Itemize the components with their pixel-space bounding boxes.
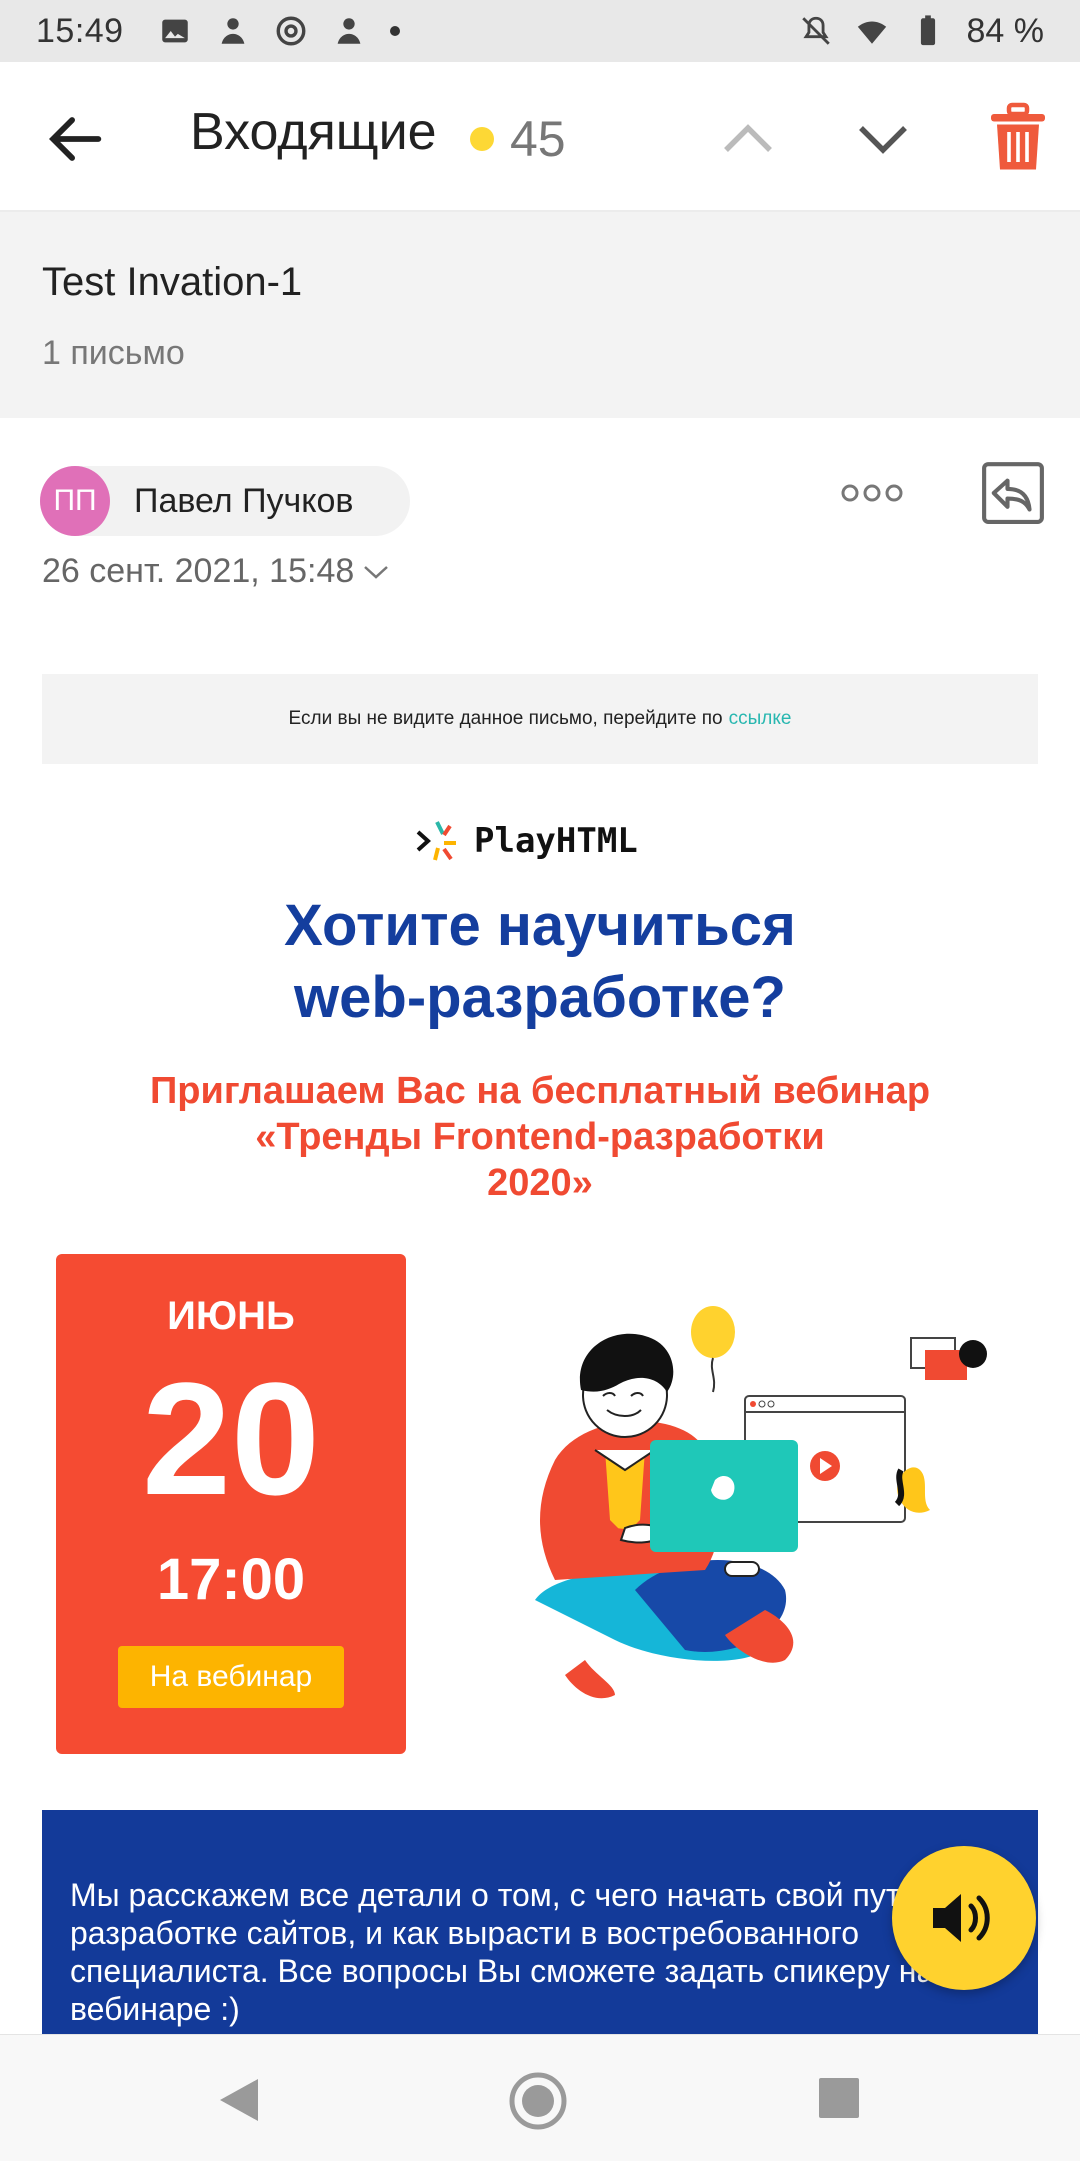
sender-chip[interactable]: ПП Павел Пучков — [40, 466, 410, 536]
event-day: 20 — [142, 1349, 320, 1528]
unread-count: 45 — [510, 111, 566, 167]
read-aloud-button[interactable] — [892, 1846, 1036, 1990]
reply-icon[interactable] — [980, 460, 1046, 526]
webinar-invite: Приглашаем Вас на бесплатный вебинар «Тр… — [0, 1068, 1080, 1206]
sender-name: Павел Пучков — [134, 481, 354, 520]
developer-illustration — [535, 1306, 987, 1699]
more-options-icon[interactable] — [840, 478, 904, 508]
info-text: Мы расскажем все детали о том, с чего на… — [70, 1877, 944, 2027]
invite-line-1: Приглашаем Вас на бесплатный вебинар — [149, 1070, 931, 1112]
status-bar: 15:49 84 % — [0, 0, 1080, 62]
app-bar: Входящие 45 — [0, 62, 1080, 212]
folder-title: Входящие — [190, 103, 437, 161]
view-in-browser-notice: Если вы не видите данное письмо, перейди… — [42, 674, 1038, 764]
headline-line-1: Хотите научиться — [284, 893, 796, 958]
brand-logo: PlayHTML — [414, 818, 638, 864]
thread-header: Test Invation-1 1 письмо — [0, 212, 1080, 418]
event-month: ИЮНЬ — [167, 1294, 295, 1338]
notice-link[interactable]: ссылке — [729, 708, 792, 730]
message-date-text: 26 сент. 2021, 15:48 — [42, 552, 355, 590]
bell-off-icon — [801, 16, 830, 45]
person-icon — [337, 18, 360, 44]
person-icon — [221, 18, 244, 44]
email-headline: Хотите научиться web-разработке? — [0, 890, 1080, 1034]
at-icon — [276, 16, 306, 46]
message-date[interactable]: 26 сент. 2021, 15:48 — [42, 552, 390, 591]
invite-line-3: 2020» — [487, 1162, 593, 1204]
battery-percent: 84 % — [966, 11, 1045, 50]
image-icon — [161, 19, 188, 43]
status-time: 15:49 — [36, 11, 124, 50]
thread-message-count: 1 письмо — [42, 334, 185, 372]
unread-dot-icon — [470, 127, 494, 151]
unread-counter: 45 — [470, 110, 566, 168]
back-arrow-icon[interactable] — [40, 104, 110, 174]
thread-subject: Test Invation-1 — [42, 260, 303, 304]
webinar-cta-button[interactable]: На вебинар — [118, 1646, 344, 1708]
dot-icon — [389, 26, 400, 36]
avatar: ПП — [40, 466, 110, 536]
nav-back-icon[interactable] — [214, 2075, 262, 2125]
chevron-down-icon — [364, 565, 389, 579]
battery-icon — [920, 15, 935, 46]
trash-icon[interactable] — [988, 102, 1048, 174]
brand-name: PlayHTML — [474, 821, 638, 861]
notice-text: Если вы не видите данное письмо, перейди… — [288, 708, 723, 729]
system-nav-bar — [0, 2034, 1080, 2161]
nav-recent-apps-icon[interactable] — [818, 2077, 860, 2119]
nav-home-icon[interactable] — [508, 2071, 568, 2131]
event-date-card: ИЮНЬ 20 17:00 На вебинар — [56, 1254, 406, 1754]
wifi-icon — [857, 21, 886, 44]
playhtml-logo-icon — [416, 821, 456, 861]
invite-line-2: «Тренды Frontend-разработки — [255, 1116, 825, 1158]
next-message-button[interactable] — [850, 106, 916, 172]
event-time: 17:00 — [156, 1547, 306, 1612]
speaker-icon — [933, 1894, 990, 1942]
previous-message-button[interactable] — [715, 106, 781, 172]
headline-line-2: web-разработке? — [294, 965, 786, 1030]
